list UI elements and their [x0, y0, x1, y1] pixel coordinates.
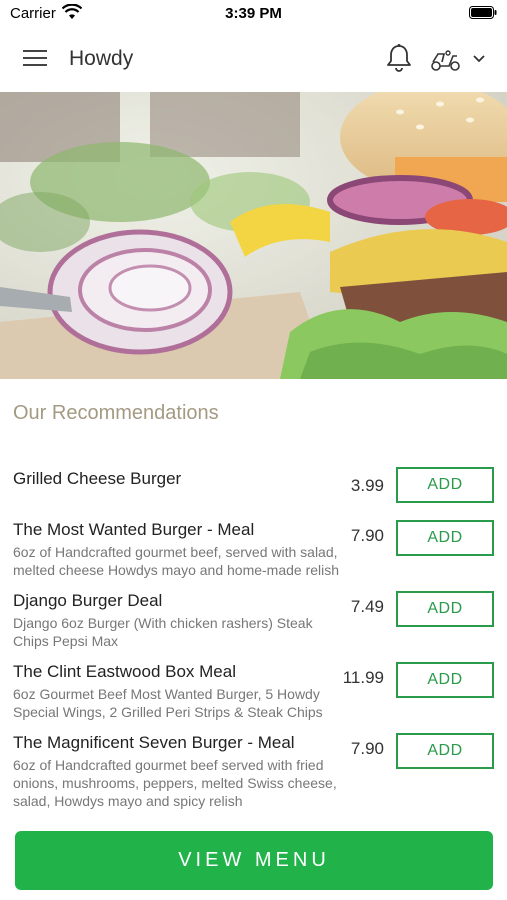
item-price: 7.49: [350, 597, 384, 616]
add-button[interactable]: ADD: [396, 520, 494, 556]
item-description: 6oz of Handcrafted gourmet beef served w…: [13, 757, 337, 809]
add-button[interactable]: ADD: [396, 591, 494, 627]
item-price: 11.99: [342, 668, 384, 687]
navbar: Howdy: [0, 26, 507, 92]
page-title: Howdy: [69, 47, 134, 70]
item-name: The Most Wanted Burger - Meal: [13, 520, 255, 539]
add-button[interactable]: ADD: [396, 662, 494, 698]
item-name: Django Burger Deal: [13, 591, 163, 610]
add-button[interactable]: ADD: [396, 467, 494, 503]
item-price: 7.90: [350, 526, 384, 545]
chevron-down-icon[interactable]: [472, 53, 486, 65]
add-button[interactable]: ADD: [396, 733, 494, 769]
section-title: Our Recommendations: [13, 402, 219, 424]
status-bar: Carrier 3:39 PM: [0, 0, 507, 26]
battery-icon: [469, 6, 497, 19]
item-price: 3.99: [350, 476, 384, 495]
bell-icon[interactable]: [385, 43, 413, 73]
menu-icon[interactable]: [23, 48, 47, 68]
hero-burger-image: [0, 92, 507, 379]
item-description: 6oz Gourmet Beef Most Wanted Burger, 5 H…: [13, 686, 323, 720]
item-price: 7.90: [350, 739, 384, 758]
scooter-icon[interactable]: [430, 48, 462, 72]
item-description: Django 6oz Burger (With chicken rashers)…: [13, 615, 313, 649]
item-name: The Clint Eastwood Box Meal: [13, 662, 236, 681]
item-name: The Magnificent Seven Burger - Meal: [13, 733, 295, 752]
view-menu-button[interactable]: VIEW MENU: [15, 831, 493, 890]
item-name: Grilled Cheese Burger: [13, 469, 182, 488]
item-description: 6oz of Handcrafted gourmet beef, served …: [13, 544, 340, 578]
status-time: 3:39 PM: [225, 5, 282, 22]
